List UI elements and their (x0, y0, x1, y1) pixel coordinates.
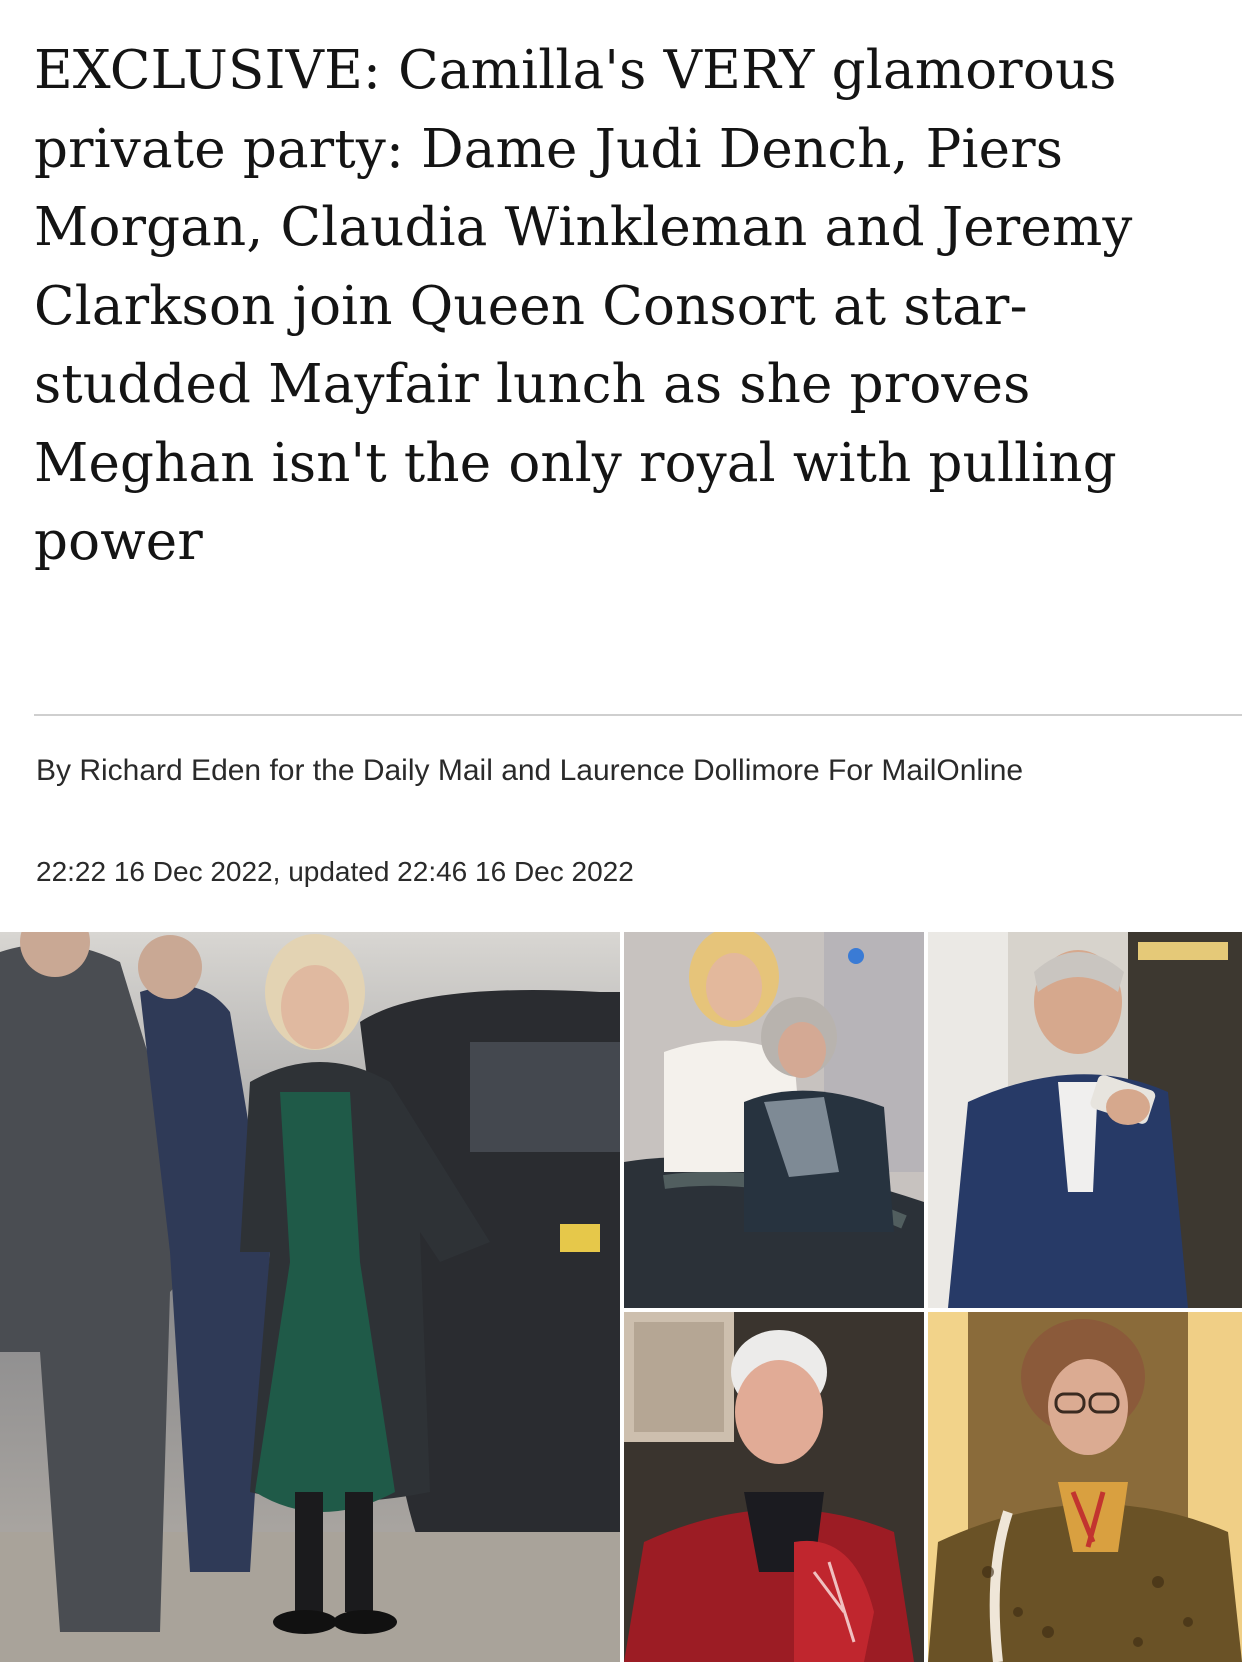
woman-with-glasses-in-leopard-coat-photo[interactable] (928, 1312, 1242, 1662)
article-byline: By Richard Eden for the Daily Mail and L… (36, 754, 1024, 787)
camilla-photo[interactable] (0, 932, 620, 1662)
article-headline: EXCLUSIVE: Camilla's VERY glamorous priv… (34, 40, 1133, 572)
blonde-woman-and-grey-haired-woman-photo[interactable] (624, 932, 924, 1308)
divider (34, 714, 1242, 716)
article-dateline: 22:22 16 Dec 2022, updated 22:46 16 Dec … (36, 856, 634, 887)
man-in-blue-suit-with-phone-photo[interactable] (928, 932, 1242, 1308)
white-haired-woman-in-red-coat-photo[interactable] (624, 1312, 924, 1662)
